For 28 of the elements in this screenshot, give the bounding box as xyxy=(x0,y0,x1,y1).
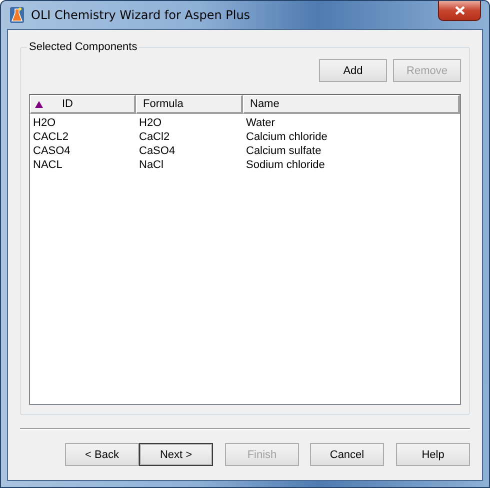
add-button[interactable]: Add xyxy=(319,59,387,82)
column-header[interactable]: Name xyxy=(243,95,460,114)
close-icon xyxy=(454,6,464,15)
table-cell-text: CACL2 xyxy=(32,131,70,143)
next-button[interactable]: Next > xyxy=(139,443,213,466)
table-cell-text: Sodium chloride xyxy=(245,159,326,171)
help-button[interactable]: Help xyxy=(396,443,470,466)
table-cell-text: Calcium chloride xyxy=(245,131,328,143)
table-cell-text: NaCl xyxy=(138,159,164,171)
table-cell-text: CaCl2 xyxy=(138,131,171,143)
column-header[interactable]: ID xyxy=(30,95,136,114)
table-cell-text: H2O xyxy=(138,117,163,129)
table-cell-text: CaSO4 xyxy=(138,145,176,157)
flask-icon xyxy=(9,6,25,24)
cancel-button[interactable]: Cancel xyxy=(310,443,384,466)
group-title: Selected Components xyxy=(28,41,138,53)
column-label: Name xyxy=(249,98,280,110)
window-title: OLI Chemistry Wizard for Aspen Plus xyxy=(31,8,252,22)
table-cell-text: NACL xyxy=(32,159,64,171)
back-button[interactable]: < Back xyxy=(65,443,139,466)
table-cell-text: H2O xyxy=(32,117,57,129)
table-cell-text: Water xyxy=(245,117,276,129)
column-label: ID xyxy=(61,98,73,110)
column-label: Formula xyxy=(142,98,184,110)
column-header[interactable]: Formula xyxy=(136,95,243,114)
table-cell-text: Calcium sulfate xyxy=(245,145,322,157)
table-cell-text: CASO4 xyxy=(32,145,72,157)
close-button[interactable] xyxy=(438,1,481,21)
